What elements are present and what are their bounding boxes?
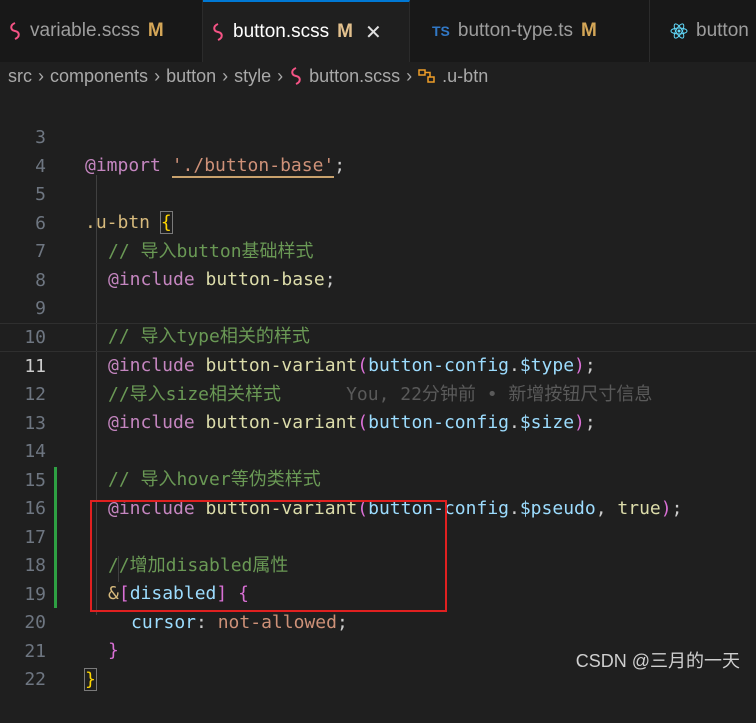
code-line: 9 // 导入type相关的样式 — [0, 266, 756, 348]
breadcrumb-item-symbol[interactable]: .u-btn — [442, 66, 488, 87]
code-line: 14 // 导入hover等伪类样式 — [0, 409, 756, 491]
tab-button-type-ts[interactable]: TS button-type.ts M — [410, 0, 650, 62]
breadcrumb-item-components[interactable]: components — [50, 66, 148, 87]
code-line: 15 @include button-variant(button-config… — [0, 438, 756, 520]
chevron-right-icon: › — [154, 65, 161, 86]
typescript-icon: TS — [432, 23, 450, 39]
tab-label: variable.scss — [30, 20, 140, 41]
code-line-current: 11 //导入size相关样式 You, 22分钟前 • 新增按钮尺寸信息 — [0, 323, 756, 405]
sass-icon — [289, 67, 303, 85]
code-line: 21 } — [0, 609, 756, 691]
modified-indicator: M — [337, 21, 353, 42]
code-text: } — [84, 668, 97, 691]
tab-button-react[interactable]: button — [650, 0, 756, 62]
editor-tab-bar: variable.scss M button.scss M ✕ TS butto… — [0, 0, 756, 63]
tab-label: button — [696, 20, 749, 41]
chevron-right-icon: › — [38, 65, 44, 86]
tab-variable-scss[interactable]: variable.scss M — [0, 0, 203, 62]
code-line: 5 .u-btn { — [0, 152, 756, 234]
tab-label: button-type.ts — [457, 20, 574, 41]
chevron-right-icon: › — [406, 65, 413, 86]
modified-indicator: M — [581, 20, 597, 41]
code-line: 16 — [0, 466, 756, 519]
breadcrumb: src › components › button › style › button.s… — [0, 62, 756, 90]
tab-label: button.scss — [233, 21, 330, 42]
line-number: 22 — [24, 668, 46, 690]
watermark: CSDN @三月的一天 — [575, 651, 740, 671]
chevron-right-icon: › — [222, 65, 229, 86]
chevron-right-icon: › — [277, 65, 284, 86]
react-icon — [670, 22, 688, 40]
breadcrumb-item-button[interactable]: button — [166, 66, 216, 87]
modified-indicator: M — [147, 20, 164, 41]
tab-button-scss[interactable]: button.scss M ✕ — [203, 0, 410, 62]
sass-icon — [211, 23, 225, 41]
code-line: 8 — [0, 238, 756, 291]
symbol-class-icon — [418, 68, 436, 84]
code-line: 6 // 导入button基础样式 — [0, 181, 756, 263]
highlight-annotation-box — [90, 500, 447, 612]
code-line: 10 @include button-variant(button-config… — [0, 295, 756, 377]
code-line: 13 — [0, 381, 756, 434]
sass-icon — [8, 22, 22, 40]
breadcrumb-item-style[interactable]: style — [234, 66, 271, 87]
code-line: 4 — [0, 124, 756, 177]
code-editor[interactable]: 3 @import './button-base'; 4 5 .u-btn { … — [0, 90, 756, 691]
close-icon[interactable]: ✕ — [365, 20, 382, 45]
breadcrumb-item-file[interactable]: button.scss — [309, 66, 400, 87]
code-line: 7 @include button-base; — [0, 209, 756, 291]
code-line: 12 @include button-variant(button-config… — [0, 352, 756, 434]
code-line: 3 @import './button-base'; — [0, 95, 756, 178]
breadcrumb-item-src[interactable]: src — [8, 66, 32, 87]
